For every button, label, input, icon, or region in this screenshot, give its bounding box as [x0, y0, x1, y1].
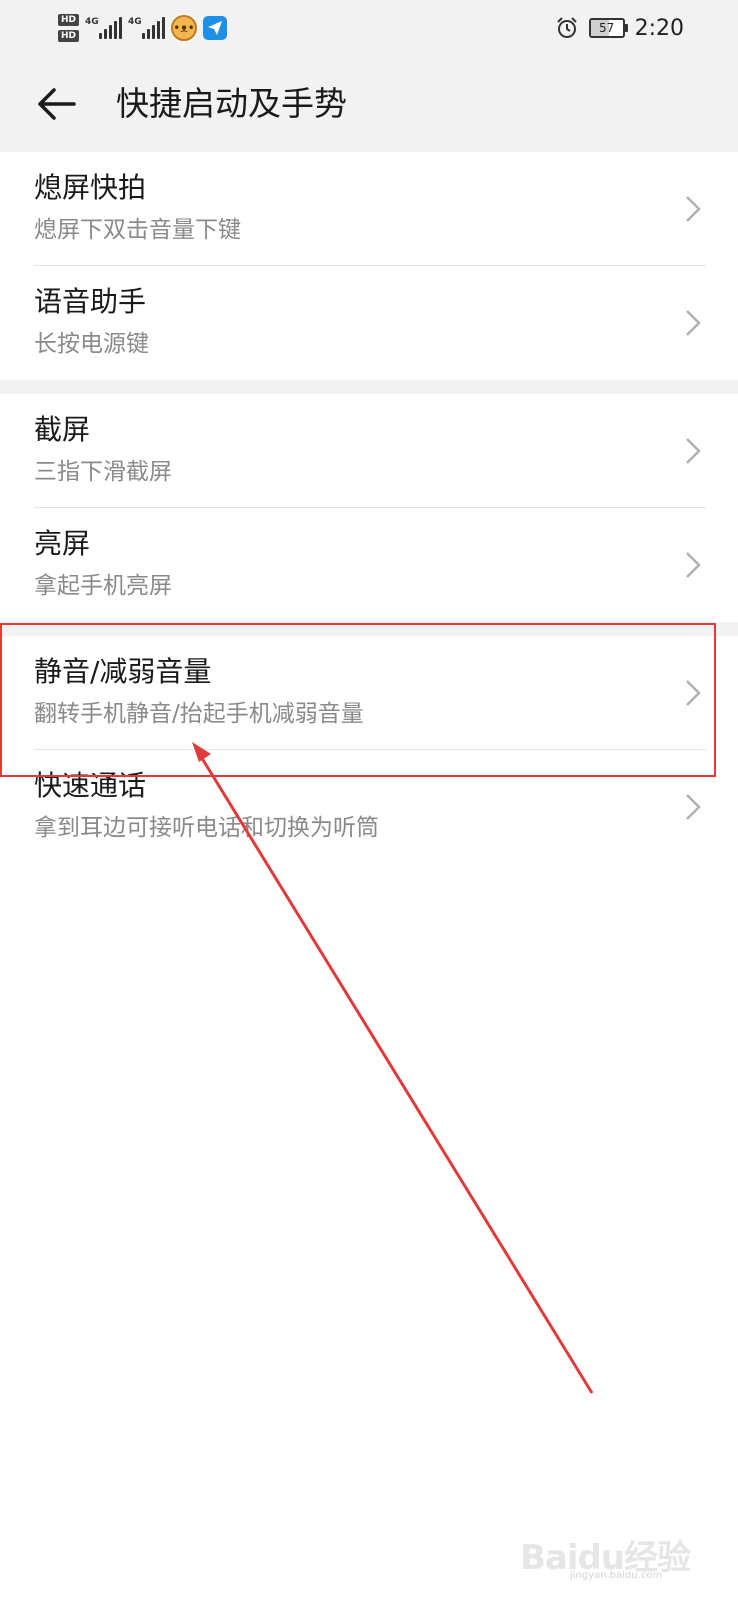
status-bar: HD HD 4G 4G •ᴥ• 57 2:20	[0, 0, 738, 56]
section-gap	[0, 380, 738, 394]
list-item-voice-assistant[interactable]: 语音助手 长按电源键	[0, 266, 738, 380]
network-type: 4G	[128, 17, 142, 27]
battery-level: 57	[598, 21, 615, 35]
watermark: Baidu经验 jingyan.baidu.com	[520, 1526, 700, 1586]
watermark-url: jingyan.baidu.com	[570, 1570, 663, 1581]
chevron-right-icon	[686, 680, 701, 706]
status-right: 57 2:20	[555, 12, 684, 44]
signal-icon: 4G	[85, 17, 123, 39]
page-title: 快捷启动及手势	[116, 84, 347, 123]
list-item-quick-call[interactable]: 快速通话 拿到耳边可接听电话和切换为听筒	[0, 750, 738, 864]
chevron-right-icon	[686, 794, 701, 820]
item-title: 截屏	[34, 413, 91, 446]
paper-plane-icon	[203, 16, 228, 40]
list-item-wake-screen[interactable]: 亮屏 拿起手机亮屏	[0, 508, 738, 622]
chevron-right-icon	[686, 310, 701, 336]
list-item-screenshot[interactable]: 截屏 三指下滑截屏	[0, 394, 738, 508]
hd-icons: HD HD	[58, 14, 80, 42]
item-title: 语音助手	[34, 285, 147, 318]
network-type: 4G	[85, 17, 99, 27]
item-title: 静音/减弱音量	[34, 655, 212, 688]
item-title: 快速通话	[34, 769, 147, 802]
settings-group-launch: 熄屏快拍 熄屏下双击音量下键 语音助手 长按电源键	[0, 152, 738, 380]
battery-icon: 57	[588, 18, 628, 38]
item-subtitle: 长按电源键	[34, 331, 149, 357]
hd-icon: HD	[58, 30, 80, 42]
item-subtitle: 拿到耳边可接听电话和切换为听筒	[34, 815, 379, 841]
watermark-brand: Baidu经验	[520, 1538, 691, 1578]
list-item-screen-off-snapshot[interactable]: 熄屏快拍 熄屏下双击音量下键	[0, 152, 738, 266]
section-gap	[0, 622, 738, 636]
item-subtitle: 三指下滑截屏	[34, 459, 172, 485]
item-subtitle: 熄屏下双击音量下键	[34, 217, 241, 243]
list-item-mute-volume[interactable]: 静音/减弱音量 翻转手机静音/抬起手机减弱音量	[0, 636, 738, 750]
hd-icon: HD	[58, 14, 80, 26]
alarm-icon	[556, 17, 577, 38]
back-arrow-icon[interactable]	[34, 82, 78, 126]
item-title: 熄屏快拍	[34, 171, 147, 204]
item-title: 亮屏	[34, 527, 91, 560]
chevron-right-icon	[686, 552, 701, 578]
settings-group-gestures: 截屏 三指下滑截屏 亮屏 拿起手机亮屏	[0, 394, 738, 622]
chevron-right-icon	[686, 438, 701, 464]
chevron-right-icon	[686, 196, 701, 222]
item-subtitle: 翻转手机静音/抬起手机减弱音量	[34, 701, 364, 727]
signal-icon: 4G	[128, 17, 166, 39]
item-subtitle: 拿起手机亮屏	[34, 573, 172, 599]
title-bar: 快捷启动及手势	[0, 56, 738, 152]
status-left: HD HD 4G 4G •ᴥ•	[58, 8, 228, 48]
settings-group-motion: 静音/减弱音量 翻转手机静音/抬起手机减弱音量 快速通话 拿到耳边可接听电话和切…	[0, 636, 738, 864]
clock: 2:20	[634, 15, 684, 41]
cat-app-icon: •ᴥ•	[171, 15, 198, 41]
